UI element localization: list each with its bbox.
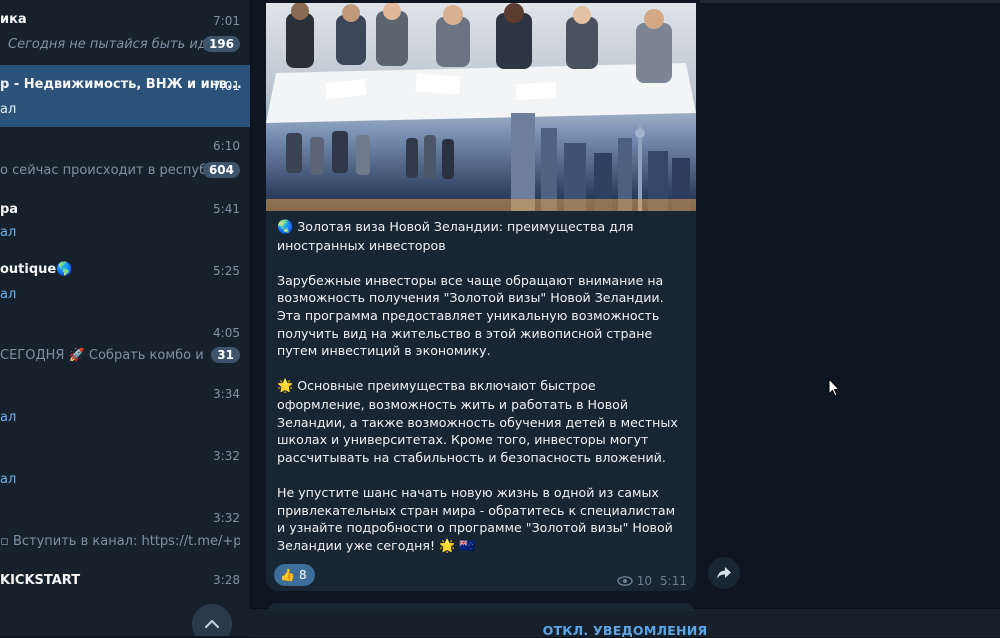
- chat-preview-text: Собрать комбо и ...: [88, 348, 205, 363]
- chat-time: 3:32: [213, 449, 240, 463]
- unread-badge: 196: [202, 36, 240, 52]
- chat-item[interactable]: 3:32 ▫ Вступить в канал: https://t.me/+p…: [0, 505, 250, 567]
- rocket-icon: 🚀: [68, 348, 85, 363]
- chat-preview-prefix: СЕГОДНЯ: [0, 348, 65, 363]
- chat-name: outique🌎: [0, 262, 72, 277]
- chat-item[interactable]: 6:10 о сейчас происходит в республ... 60…: [0, 130, 250, 192]
- forward-button[interactable]: [708, 557, 740, 589]
- channel-post[interactable]: 🌏 Золотая виза Новой Зеландии: преимущес…: [266, 3, 696, 591]
- business-meeting-city-image: [266, 3, 696, 211]
- chat-time: 6:10: [213, 139, 240, 153]
- thumbs-up-icon: 👍: [280, 568, 295, 582]
- reaction-count: 8: [298, 568, 307, 582]
- chat-preview: ал: [0, 225, 17, 240]
- new-zealand-flag-icon: 🇳🇿: [459, 538, 476, 554]
- chat-list-sidebar: ика 7:01 Сегодня не пытайся быть иде... …: [0, 0, 251, 636]
- eye-icon: [617, 576, 633, 586]
- chat-preview: Сегодня не пытайся быть иде...: [8, 37, 213, 52]
- pin-icon: ▫: [0, 534, 9, 549]
- chat-item[interactable]: outique🌎 5:25 ал: [0, 256, 250, 318]
- post-paragraph: 🌟 Основные преимущества включают быстрое…: [277, 377, 687, 466]
- chat-item[interactable]: ра 5:41 ал: [0, 193, 250, 255]
- post-paragraph-text: Золотая виза Новой Зеландии: преимуществ…: [277, 219, 634, 253]
- chat-name: KICKSTART: [0, 573, 81, 588]
- unread-badge: 604: [202, 162, 240, 178]
- share-arrow-icon: [717, 567, 731, 579]
- post-paragraph-text: Не упустите шанс начать новую жизнь в од…: [277, 484, 676, 553]
- globe-icon: 🌎: [56, 262, 73, 277]
- reaction-button[interactable]: 👍 8: [274, 564, 315, 586]
- chat-preview: ал: [0, 287, 17, 302]
- view-count: 10: [636, 574, 653, 588]
- chat-time: 7:01: [213, 14, 240, 28]
- post-text: 🌏 Золотая виза Новой Зеландии: преимущес…: [277, 218, 687, 555]
- mouse-cursor-icon: [828, 378, 840, 397]
- chat-preview-text: Вступить в канал: https://t.me/+p5Ft...: [12, 534, 240, 549]
- post-time: 5:11: [660, 574, 687, 588]
- channel-bottom-bar: ОТКЛ. УВЕДОМЛЕНИЯ: [250, 603, 1000, 638]
- post-paragraph-text: Основные преимущества включают быстрое о…: [277, 378, 678, 465]
- chat-time: 5:25: [213, 264, 240, 278]
- post-paragraph: Зарубежные инвесторы все чаще обращают в…: [277, 272, 664, 359]
- post-meta: 10 5:11: [617, 574, 687, 588]
- chevron-up-icon: [205, 620, 219, 628]
- chat-name: ика: [0, 12, 27, 27]
- chat-time: 3:34: [213, 387, 240, 401]
- chat-preview: ал: [0, 410, 17, 425]
- chat-time: 3:32: [213, 511, 240, 525]
- unread-badge: 31: [211, 347, 240, 363]
- star-icon: 🌟: [439, 538, 456, 554]
- chat-time: 7:01: [213, 79, 240, 93]
- chat-time: 4:05: [213, 326, 240, 340]
- star-icon: 🌟: [277, 379, 294, 395]
- post-paragraph: 🌏 Золотая виза Новой Зеландии: преимущес…: [277, 218, 687, 254]
- header-edge: [700, 0, 1000, 3]
- chat-name: р - Недвижимость, ВНЖ и инв...: [0, 77, 242, 92]
- chat-item[interactable]: 3:32 ал: [0, 443, 250, 505]
- chat-item-active[interactable]: р - Недвижимость, ВНЖ и инв... 7:01 ал: [0, 65, 250, 127]
- scroll-to-bottom-button[interactable]: [192, 604, 232, 636]
- chat-preview: ал: [0, 472, 17, 487]
- chat-preview: о сейчас происходит в республ...: [0, 163, 205, 178]
- globe-icon: 🌏: [277, 220, 294, 235]
- chat-name: ра: [0, 202, 19, 217]
- post-photo[interactable]: [266, 3, 696, 211]
- chat-item[interactable]: ика 7:01 Сегодня не пытайся быть иде... …: [0, 0, 250, 62]
- chat-time: 3:28: [213, 573, 240, 587]
- chat-area: 🌏 Золотая виза Новой Зеландии: преимущес…: [250, 0, 1000, 638]
- chat-item[interactable]: 4:05 СЕГОДНЯ 🚀 Собрать комбо и ... 31: [0, 320, 250, 382]
- next-post-edge: [268, 603, 694, 611]
- post-paragraph: Не упустите шанс начать новую жизнь в од…: [277, 484, 687, 555]
- chat-item[interactable]: 3:34 ал: [0, 381, 250, 443]
- chat-name-text: outique: [0, 262, 57, 277]
- chat-preview: СЕГОДНЯ 🚀 Собрать комбо и ...: [0, 348, 205, 363]
- chat-preview: ▫ Вступить в канал: https://t.me/+p5Ft..…: [0, 534, 240, 549]
- chat-time: 5:41: [213, 202, 240, 216]
- chat-preview: ал: [0, 102, 17, 117]
